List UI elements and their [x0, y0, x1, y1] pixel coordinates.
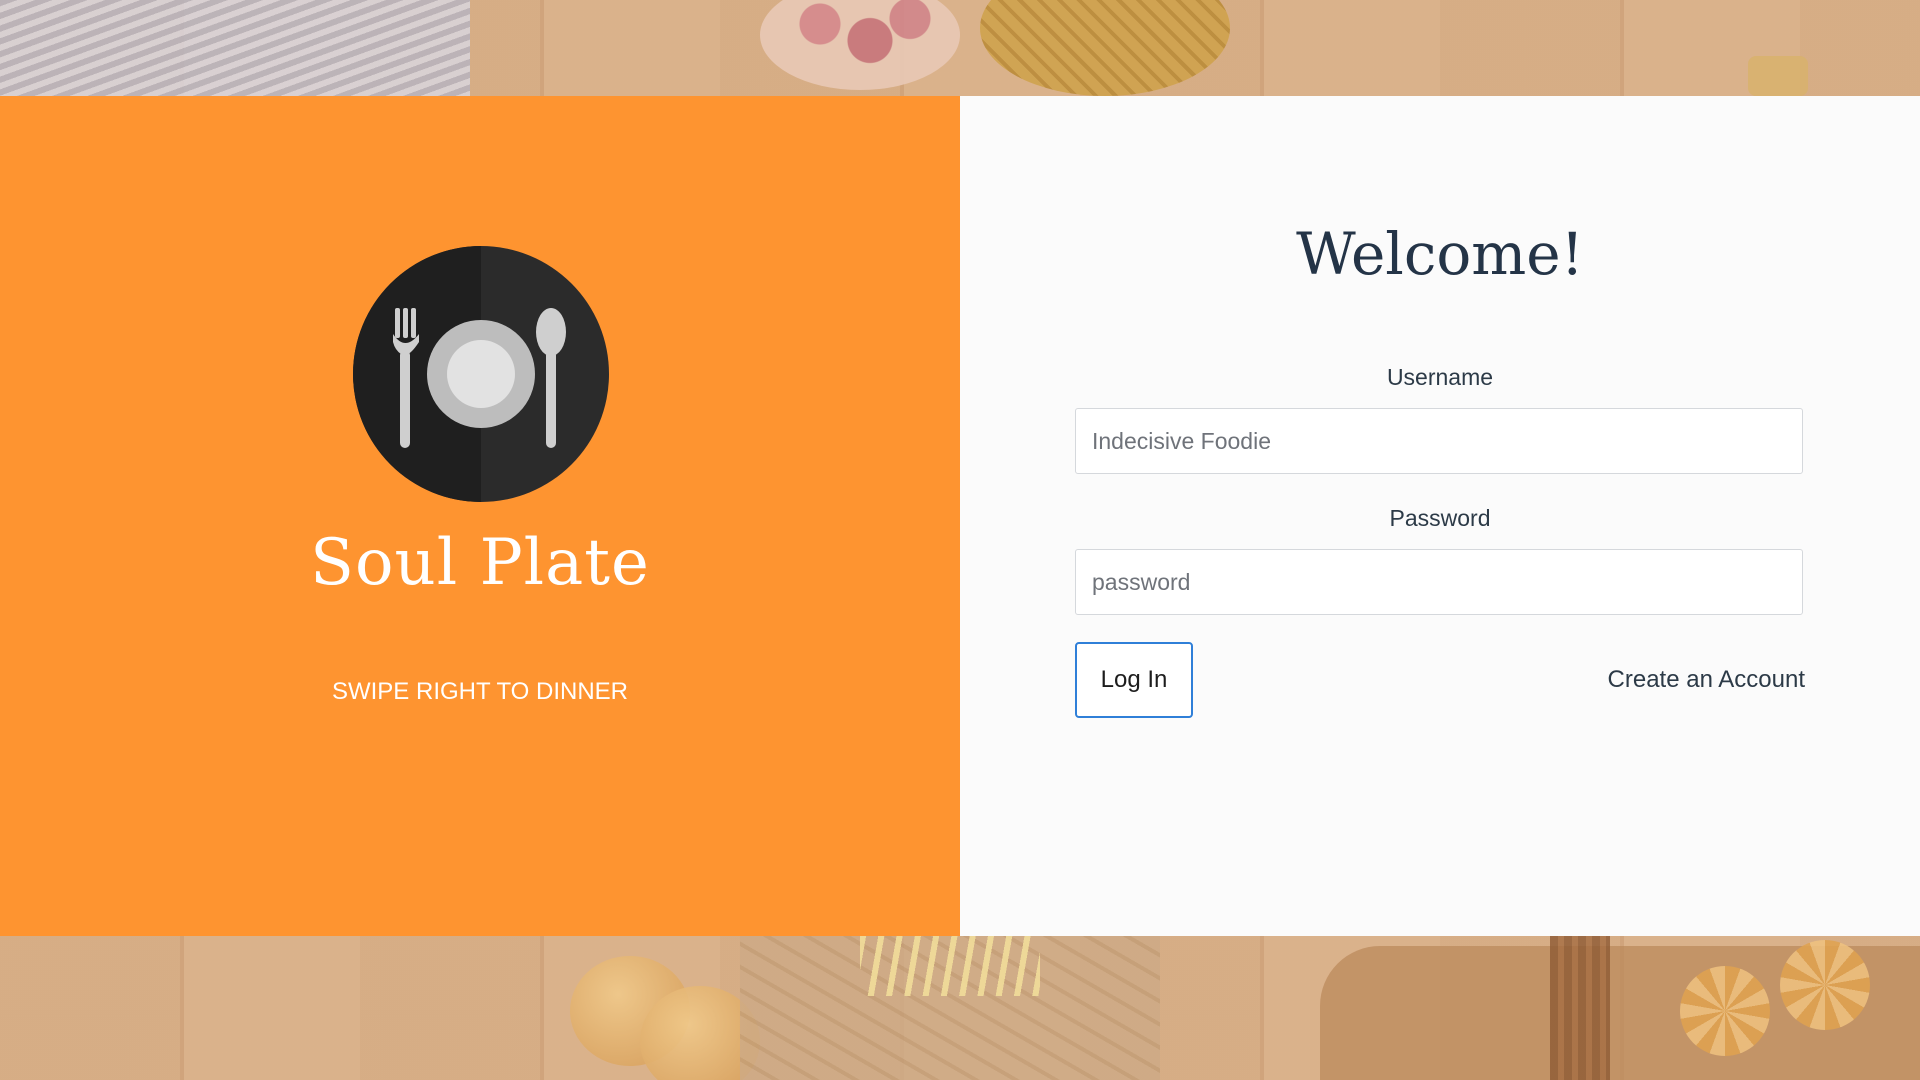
bottle-cap — [1748, 56, 1808, 96]
brand-tagline: SWIPE RIGHT TO DINNER — [331, 678, 629, 705]
password-input[interactable] — [1075, 549, 1803, 615]
login-form-panel: Welcome! Username Password Log In Create… — [960, 96, 1920, 936]
pineapple — [980, 0, 1230, 96]
fries — [860, 936, 1040, 996]
plate-fork-spoon-icon — [353, 246, 609, 502]
background-photo-bottom — [0, 936, 1920, 1080]
grapes — [760, 0, 960, 90]
brand-panel: Soul Plate SWIPE RIGHT TO DINNER — [0, 96, 960, 936]
welcome-heading: Welcome! — [1296, 220, 1584, 288]
cloth-napkin — [0, 0, 470, 96]
background-photo-top — [0, 0, 1920, 96]
brand-title: Soul Plate — [310, 526, 650, 600]
login-card: Soul Plate SWIPE RIGHT TO DINNER Welcome… — [0, 96, 1920, 936]
cinnamon-sticks — [1550, 936, 1610, 1080]
login-button[interactable]: Log In — [1075, 642, 1193, 718]
username-input[interactable] — [1075, 408, 1803, 474]
password-label: Password — [1389, 505, 1491, 531]
username-label: Username — [1386, 364, 1494, 390]
create-account-link[interactable]: Create an Account — [1608, 666, 1805, 694]
dried-orange-slice — [1780, 940, 1870, 1030]
dried-orange-slice — [1680, 966, 1770, 1056]
